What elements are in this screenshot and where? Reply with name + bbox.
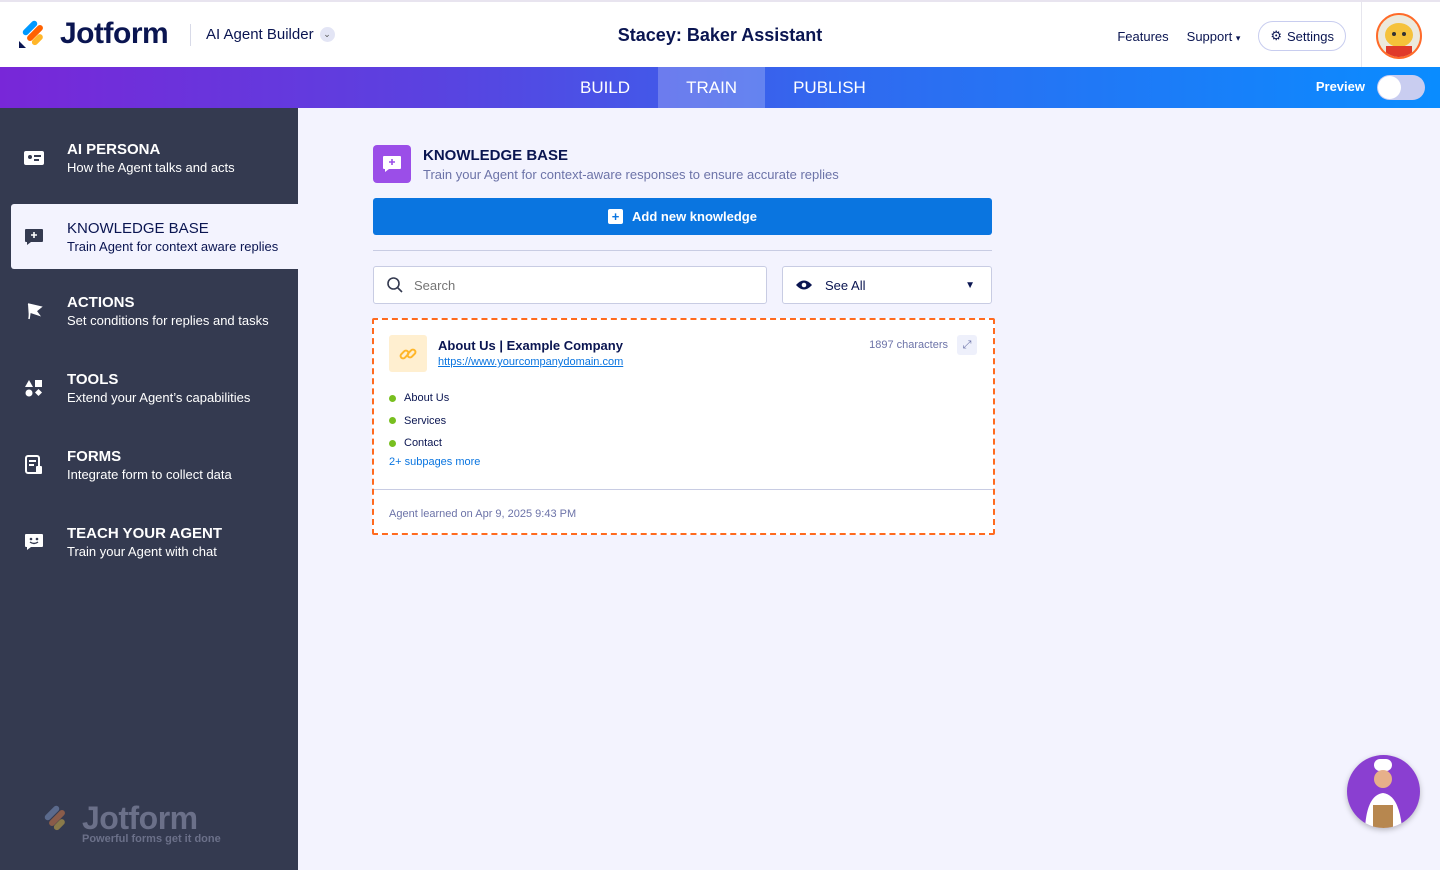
search-input[interactable] [414, 277, 744, 293]
list-item: Services [389, 410, 449, 433]
mode-bar: BUILD TRAIN PUBLISH Preview [0, 67, 1440, 108]
sidebar-item-title: ACTIONS [67, 293, 135, 311]
sidebar-item-title: TEACH YOUR AGENT [67, 524, 223, 542]
footer-brand: Jotform [82, 800, 198, 836]
filter-value: See All [825, 277, 866, 293]
status-dot-icon [389, 394, 396, 402]
flag-icon [23, 302, 45, 320]
learned-timestamp: Agent learned on Apr 9, 2025 9:43 PM [389, 508, 577, 520]
sidebar-item-actions[interactable]: ACTIONS Set conditions for replies and ta… [11, 278, 298, 343]
jotform-logo-icon [44, 805, 65, 831]
tab-train[interactable]: TRAIN [658, 67, 766, 108]
link-icon [389, 335, 427, 372]
chevron-down-icon: ▾ [1235, 32, 1241, 43]
form-icon [23, 454, 45, 474]
support-label: Support [1186, 28, 1233, 44]
settings-label: Settings [1287, 28, 1334, 44]
sidebar-item-subtitle: Integrate form to collect data [67, 466, 232, 482]
filter-dropdown[interactable]: See All ▼ [782, 266, 992, 304]
subpage-list: About Us Services Contact [389, 387, 449, 455]
search-box [373, 266, 767, 304]
card-title: About Us | Example Company [438, 338, 623, 353]
plus-icon: + [608, 209, 624, 224]
divider [1361, 2, 1362, 69]
subpage-label: Contact [404, 437, 442, 450]
search-icon [387, 277, 403, 293]
sidebar-item-knowledge-base[interactable]: KNOWLEDGE BASE Train Agent for context aw… [11, 204, 298, 269]
sidebar-item-teach-your-agent[interactable]: TEACH YOUR AGENT Train your Agent with ch… [11, 509, 298, 574]
expand-icon[interactable]: ⤢ [957, 335, 977, 355]
tab-build[interactable]: BUILD [552, 67, 658, 108]
chevron-down-icon: ⌄ [319, 27, 335, 42]
chat-smile-icon [23, 533, 45, 551]
character-count: 1897 characters [869, 339, 948, 351]
chef-avatar-icon [1365, 759, 1402, 828]
sidebar-item-title: KNOWLEDGE BASE [67, 219, 209, 237]
divider [374, 489, 993, 490]
more-subpages-link[interactable]: 2+ subpages more [389, 456, 480, 468]
sidebar: AI PERSONA How the Agent talks and acts K… [0, 108, 298, 870]
add-knowledge-label: Add new knowledge [632, 209, 757, 224]
knowledge-icon [23, 228, 45, 246]
jotform-logo[interactable]: Jotform [18, 17, 169, 51]
product-switcher[interactable]: AI Agent Builder ⌄ [206, 26, 335, 43]
sidebar-item-subtitle: Train Agent for context aware replies [67, 238, 279, 254]
tools-icon [23, 379, 45, 397]
status-dot-icon [389, 417, 396, 425]
card-url-link[interactable]: https://www.yourcompanydomain.com [438, 356, 623, 368]
eye-icon [796, 280, 812, 290]
product-name: AI Agent Builder [206, 26, 314, 43]
sidebar-item-title: TOOLS [67, 370, 119, 388]
sidebar-item-subtitle: Train your Agent with chat [67, 543, 217, 559]
subpage-label: About Us [404, 392, 450, 405]
preview-label: Preview [1315, 79, 1365, 94]
top-header: Jotform AI Agent Builder ⌄ Stacey: Baker … [0, 0, 1440, 69]
preview-toggle[interactable] [1377, 75, 1425, 100]
avatar-icon [1378, 15, 1420, 57]
knowledge-card[interactable]: About Us | Example Company https://www.y… [372, 318, 995, 535]
footer-tagline: Powerful forms get it done [82, 833, 221, 845]
list-item: Contact [389, 432, 449, 455]
section-title: KNOWLEDGE BASE [423, 147, 569, 164]
sidebar-item-title: FORMS [67, 447, 122, 465]
sidebar-item-subtitle: Extend your Agent’s capabilities [67, 389, 251, 405]
support-menu[interactable]: Support ▾ [1187, 29, 1241, 44]
kb-header: KNOWLEDGE BASE Train your Agent for conte… [373, 145, 839, 183]
knowledge-icon [373, 145, 411, 183]
divider [190, 24, 191, 46]
agent-avatar-button[interactable] [1347, 755, 1420, 828]
tab-publish[interactable]: PUBLISH [765, 67, 894, 108]
status-dot-icon [389, 439, 396, 447]
section-subtitle: Train your Agent for context-aware respo… [423, 167, 839, 182]
sidebar-item-subtitle: How the Agent talks and acts [67, 159, 235, 175]
sidebar-item-tools[interactable]: TOOLS Extend your Agent’s capabilities [11, 355, 298, 420]
jotform-logo-icon [19, 20, 43, 48]
id-card-icon [23, 149, 45, 167]
list-item: About Us [389, 387, 449, 410]
avatar[interactable] [1376, 13, 1422, 59]
footer-logo: Jotform Powerful forms get it done [40, 800, 221, 845]
sidebar-item-title: AI PERSONA [67, 140, 161, 158]
sidebar-item-subtitle: Set conditions for replies and tasks [67, 312, 269, 328]
sidebar-item-ai-persona[interactable]: AI PERSONA How the Agent talks and acts [11, 125, 298, 190]
chevron-down-icon: ▼ [965, 279, 975, 291]
add-knowledge-button[interactable]: + Add new knowledge [373, 198, 992, 235]
features-link[interactable]: Features [1117, 29, 1168, 44]
settings-button[interactable]: ⚙ Settings [1258, 21, 1346, 51]
divider [373, 250, 992, 251]
subpage-label: Services [404, 414, 447, 427]
brand-name: Jotform [60, 17, 169, 50]
sidebar-item-forms[interactable]: FORMS Integrate form to collect data [11, 432, 298, 497]
gear-icon: ⚙ [1270, 28, 1283, 43]
